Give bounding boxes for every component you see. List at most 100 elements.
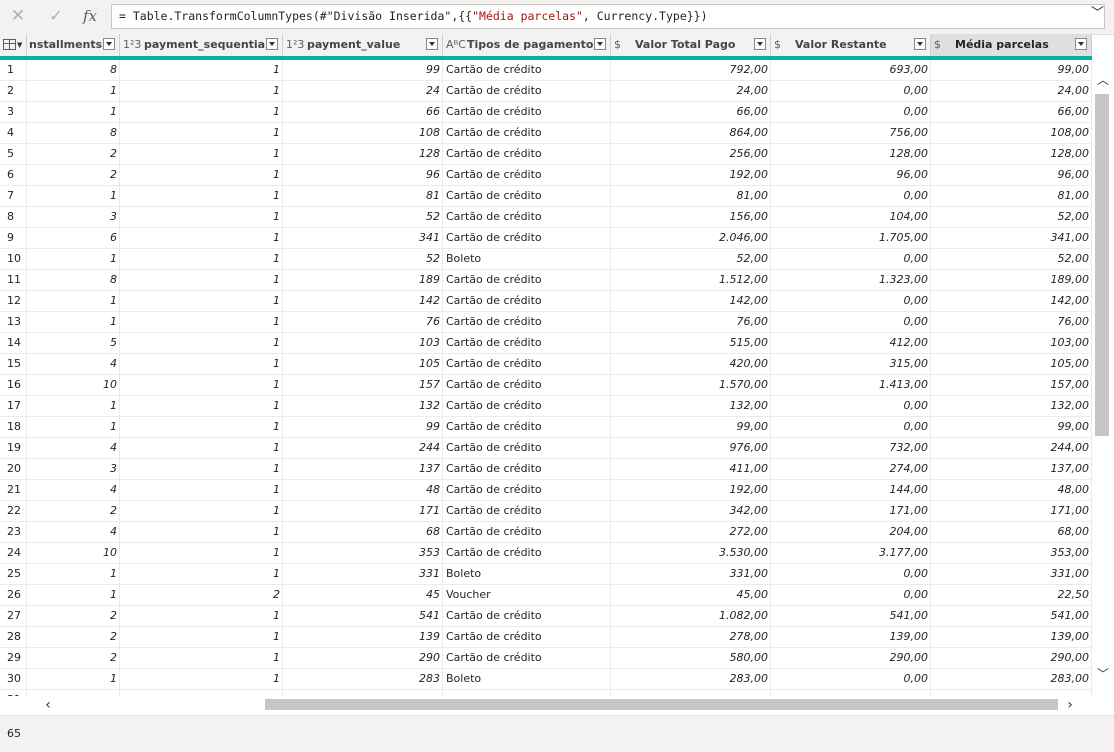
cell-installments[interactable]: 4 — [27, 438, 120, 458]
cell-installments[interactable]: 6 — [27, 228, 120, 248]
column-header-payment-value[interactable]: 1²3 payment_value — [283, 34, 443, 56]
cell-valor-restante[interactable]: 0,00 — [771, 669, 931, 689]
column-header-media-parcelas[interactable]: $ Média parcelas — [931, 34, 1092, 56]
cell-valor-total-pago[interactable]: 24,00 — [611, 81, 771, 101]
cell-payment-value[interactable]: 132 — [283, 396, 443, 416]
cell-payment-value[interactable]: 137 — [283, 459, 443, 479]
cell-payment-sequential[interactable]: 1 — [120, 648, 283, 668]
cell-valor-total-pago[interactable]: 1.570,00 — [611, 375, 771, 395]
scroll-down-icon[interactable]: ﹀ — [1092, 664, 1114, 684]
table-row[interactable]: 7 1 1 81 Cartão de crédito 81,00 0,00 81,00 — [0, 186, 1092, 207]
row-number[interactable]: 13 — [0, 312, 27, 332]
cell-tipos-de-pagamentos[interactable]: Cartão de crédito — [443, 270, 611, 290]
cell-valor-total-pago[interactable]: 81,00 — [611, 186, 771, 206]
cell-installments[interactable]: 2 — [27, 501, 120, 521]
cell-valor-restante[interactable]: 139,00 — [771, 627, 931, 647]
cell-installments[interactable]: 4 — [27, 354, 120, 374]
vertical-scrollbar[interactable]: ︿ ﹀ — [1092, 60, 1114, 696]
row-number[interactable]: 15 — [0, 354, 27, 374]
cell-valor-restante[interactable]: 756,00 — [771, 123, 931, 143]
cell-installments[interactable]: 1 — [27, 186, 120, 206]
cell-payment-value[interactable]: 283 — [283, 669, 443, 689]
table-row[interactable]: 19 4 1 244 Cartão de crédito 976,00 732,00 244,… — [0, 438, 1092, 459]
row-number[interactable]: 24 — [0, 543, 27, 563]
cell-payment-value[interactable]: 24 — [283, 81, 443, 101]
cell-payment-sequential[interactable]: 1 — [120, 102, 283, 122]
cell-valor-restante[interactable]: 0,00 — [771, 186, 931, 206]
row-number[interactable]: 1 — [0, 60, 27, 80]
row-number[interactable]: 2 — [0, 81, 27, 101]
row-number[interactable]: 3 — [0, 102, 27, 122]
cell-payment-sequential[interactable]: 1 — [120, 144, 283, 164]
cell-valor-total-pago[interactable]: 976,00 — [611, 438, 771, 458]
cell-payment-value[interactable]: 105 — [283, 354, 443, 374]
cell-valor-restante[interactable]: 96,00 — [771, 165, 931, 185]
cell-payment-sequential[interactable]: 1 — [120, 354, 283, 374]
cell-media-parcelas[interactable]: 99,00 — [931, 417, 1092, 437]
cell-payment-value[interactable]: 142 — [283, 291, 443, 311]
table-row[interactable]: 1 8 1 99 Cartão de crédito 792,00 693,00 99,00 — [0, 60, 1092, 81]
cell-tipos-de-pagamentos[interactable]: Cartão de crédito — [443, 165, 611, 185]
cell-valor-restante[interactable]: 104,00 — [771, 207, 931, 227]
cell-valor-total-pago[interactable]: 192,00 — [611, 165, 771, 185]
scroll-left-icon[interactable]: ‹ — [38, 696, 58, 714]
cell-valor-total-pago[interactable]: 864,00 — [611, 123, 771, 143]
cell-valor-restante[interactable]: 0,00 — [771, 396, 931, 416]
formula-input[interactable]: = Table.TransformColumnTypes(#"Divisão I… — [111, 4, 1105, 29]
column-type-icon[interactable]: 1²3 — [123, 34, 141, 56]
table-row[interactable]: 22 2 1 171 Cartão de crédito 342,00 171,00 171,… — [0, 501, 1092, 522]
cell-media-parcelas[interactable]: 128,00 — [931, 144, 1092, 164]
cell-payment-sequential[interactable]: 1 — [120, 438, 283, 458]
cell-payment-sequential[interactable]: 1 — [120, 417, 283, 437]
column-header-installments[interactable]: nstallments — [27, 34, 120, 56]
column-type-icon[interactable]: $ — [774, 34, 781, 56]
cell-payment-sequential[interactable]: 1 — [120, 669, 283, 689]
cell-valor-total-pago[interactable]: 45,00 — [611, 585, 771, 605]
cell-media-parcelas[interactable]: 52,00 — [931, 249, 1092, 269]
cell-payment-sequential[interactable]: 1 — [120, 543, 283, 563]
cell-payment-sequential[interactable]: 1 — [120, 522, 283, 542]
cell-payment-sequential[interactable]: 1 — [120, 81, 283, 101]
cell-valor-total-pago[interactable]: 515,00 — [611, 333, 771, 353]
cell-valor-total-pago[interactable]: 132,00 — [611, 396, 771, 416]
table-row[interactable]: 24 10 1 353 Cartão de crédito 3.530,00 3.177,0… — [0, 543, 1092, 564]
cell-valor-restante[interactable]: 274,00 — [771, 459, 931, 479]
vertical-scroll-thumb[interactable] — [1095, 94, 1109, 436]
table-row[interactable]: 4 8 1 108 Cartão de crédito 864,00 756,00 108,0… — [0, 123, 1092, 144]
cell-tipos-de-pagamentos[interactable]: Cartão de crédito — [443, 123, 611, 143]
cell-valor-restante[interactable]: 1.705,00 — [771, 228, 931, 248]
cell-tipos-de-pagamentos[interactable]: Cartão de crédito — [443, 648, 611, 668]
scroll-up-icon[interactable]: ︿ — [1092, 70, 1114, 90]
cell-valor-total-pago[interactable]: 76,00 — [611, 312, 771, 332]
cell-tipos-de-pagamentos[interactable]: Boleto — [443, 564, 611, 584]
cell-media-parcelas[interactable]: 139,00 — [931, 627, 1092, 647]
column-header-tipos-de-pagamentos[interactable]: AᴮC Tipos de pagamentos — [443, 34, 611, 56]
row-number[interactable]: 7 — [0, 186, 27, 206]
cell-payment-sequential[interactable]: 1 — [120, 375, 283, 395]
cell-valor-restante[interactable]: 0,00 — [771, 81, 931, 101]
row-number[interactable]: 26 — [0, 585, 27, 605]
cell-valor-restante[interactable]: 0,00 — [771, 564, 931, 584]
row-number[interactable]: 21 — [0, 480, 27, 500]
cell-media-parcelas[interactable]: 81,00 — [931, 186, 1092, 206]
cell-payment-value[interactable]: 244 — [283, 438, 443, 458]
cell-payment-value[interactable]: 99 — [283, 417, 443, 437]
cell-valor-restante[interactable]: 1.323,00 — [771, 270, 931, 290]
cell-media-parcelas[interactable]: 48,00 — [931, 480, 1092, 500]
cell-media-parcelas[interactable]: 96,00 — [931, 165, 1092, 185]
cell-valor-restante[interactable]: 128,00 — [771, 144, 931, 164]
cell-installments[interactable]: 5 — [27, 333, 120, 353]
cell-valor-total-pago[interactable]: 3.530,00 — [611, 543, 771, 563]
column-header-payment-sequential[interactable]: 1²3 payment_sequential — [120, 34, 283, 56]
cell-tipos-de-pagamentos[interactable]: Cartão de crédito — [443, 354, 611, 374]
cell-tipos-de-pagamentos[interactable]: Cartão de crédito — [443, 438, 611, 458]
cell-tipos-de-pagamentos[interactable]: Boleto — [443, 669, 611, 689]
filter-dropdown-icon[interactable] — [754, 38, 766, 50]
cell-media-parcelas[interactable]: 142,00 — [931, 291, 1092, 311]
cell-media-parcelas[interactable]: 244,00 — [931, 438, 1092, 458]
table-row[interactable]: 27 2 1 541 Cartão de crédito 1.082,00 541,00 54… — [0, 606, 1092, 627]
table-row[interactable]: 9 6 1 341 Cartão de crédito 2.046,00 1.705,00 3… — [0, 228, 1092, 249]
row-number[interactable]: 5 — [0, 144, 27, 164]
cell-payment-sequential[interactable]: 1 — [120, 60, 283, 80]
table-row[interactable]: 30 1 1 283 Boleto 283,00 0,00 283,00 — [0, 669, 1092, 690]
